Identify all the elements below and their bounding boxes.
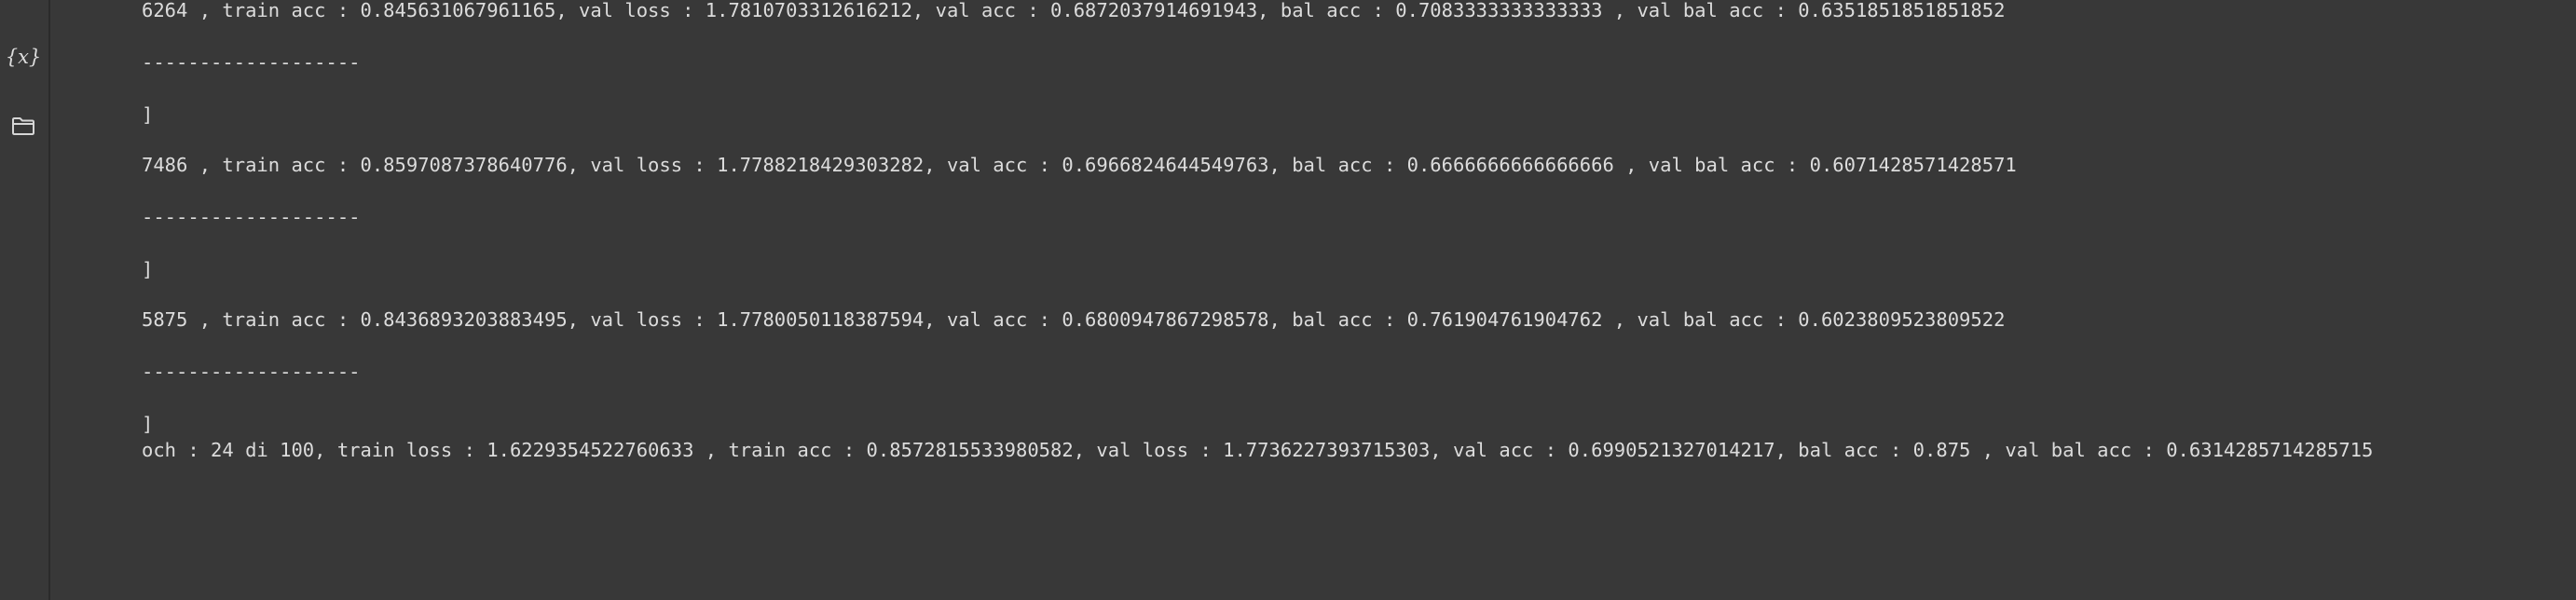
output-separator: ------------------- <box>142 51 361 74</box>
output-line: 5875 , train acc : 0.8436893203883495, v… <box>142 308 2006 331</box>
cell-output: 6264 , train acc : 0.845631067961165, va… <box>0 0 2576 600</box>
output-bracket: ] <box>142 103 154 126</box>
output-separator: ------------------- <box>142 361 361 383</box>
output-line: och : 24 di 100, train loss : 1.62293545… <box>142 439 2374 461</box>
output-bracket: ] <box>142 258 154 280</box>
output-separator: ------------------- <box>142 206 361 228</box>
output-line: 7486 , train acc : 0.8597087378640776, v… <box>142 154 2017 176</box>
output-line: 6264 , train acc : 0.845631067961165, va… <box>142 0 2006 21</box>
output-bracket: ] <box>142 413 154 435</box>
